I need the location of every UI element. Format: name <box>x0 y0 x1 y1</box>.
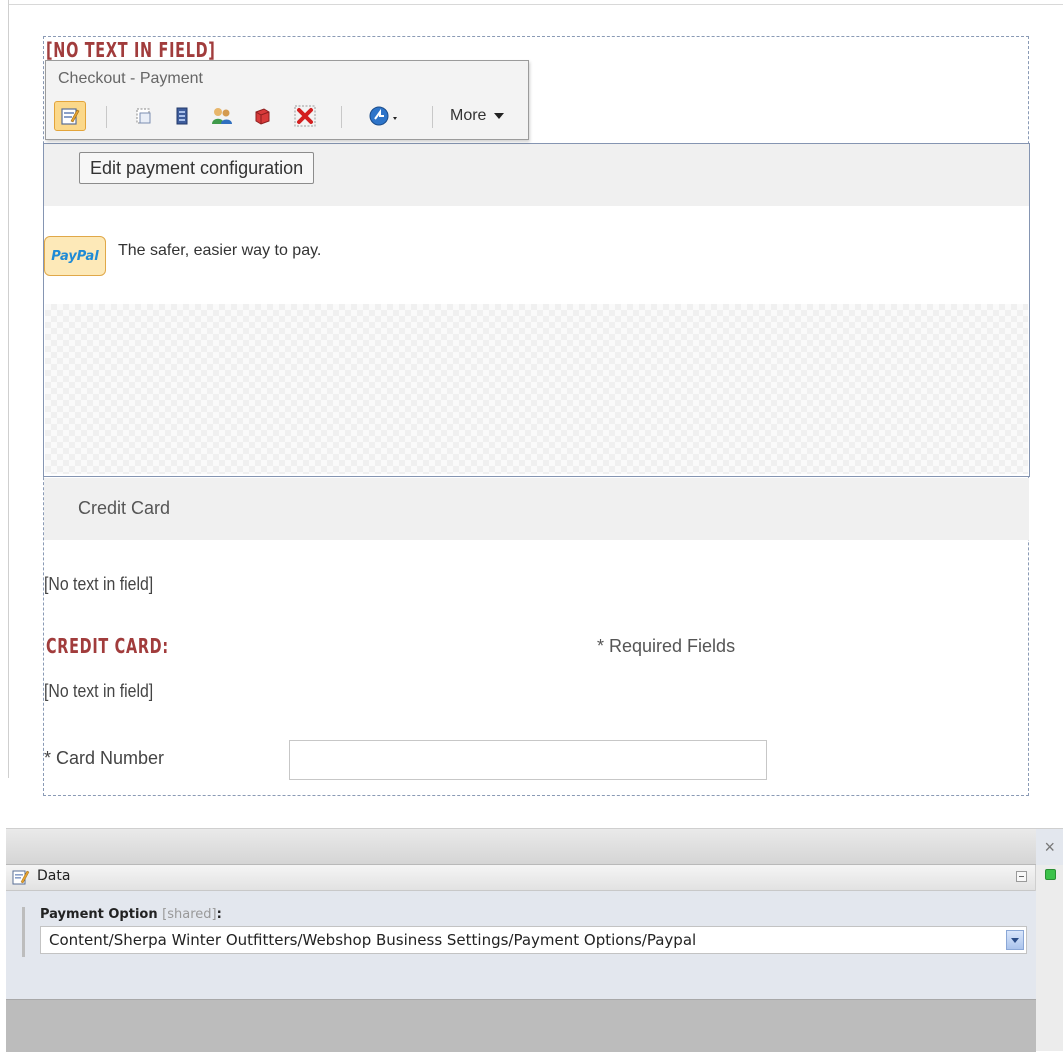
shared-tag: [shared] <box>162 907 217 922</box>
payment-rendering[interactable]: Edit payment configuration PayPal The sa… <box>43 143 1030 477</box>
empty-text-field[interactable]: [No text in field] <box>44 574 153 595</box>
status-indicator-icon <box>1045 869 1056 880</box>
personalize-button[interactable] <box>206 101 238 131</box>
toolbar-title: Checkout - Payment <box>58 70 203 87</box>
remove-button[interactable] <box>289 101 321 131</box>
properties-panel: × Data Payment Option [shared]: Content/… <box>6 828 1063 1052</box>
chevron-down-icon <box>494 113 505 119</box>
credit-card-heading[interactable]: CREDIT CARD: <box>46 634 169 658</box>
select-icon <box>136 108 151 124</box>
close-icon[interactable]: × <box>1044 837 1055 858</box>
red-box-icon <box>255 108 270 125</box>
empty-text-field[interactable]: [No text in field] <box>44 681 153 702</box>
payment-option-label: Payment Option [shared]: <box>40 907 222 922</box>
delete-icon <box>294 105 316 127</box>
edit-payment-configuration-button[interactable]: Edit payment configuration <box>79 152 315 184</box>
rendering-header-band: Edit payment configuration <box>44 144 1029 206</box>
section-title: Data <box>37 868 71 884</box>
field-marker <box>22 907 25 957</box>
payment-option-select[interactable]: Content/Sherpa Winter Outfitters/Webshop… <box>40 926 1027 954</box>
chevron-down-icon <box>1011 937 1019 943</box>
left-divider <box>8 0 9 778</box>
paypal-logo: PayPal <box>44 236 106 276</box>
dropdown-button[interactable] <box>1006 930 1024 950</box>
toolbar-separator <box>432 106 433 128</box>
credit-card-band-label[interactable]: Credit Card <box>78 498 170 519</box>
datasource-button[interactable] <box>166 101 198 131</box>
credit-card-band: Credit Card <box>44 478 1029 540</box>
edit-icon <box>12 870 30 885</box>
paypal-logo-text: PayPal <box>51 248 99 264</box>
top-divider <box>8 4 1063 5</box>
rendering-toolbar: Checkout - Payment More <box>45 60 529 140</box>
field-label-text: Payment Option <box>40 907 158 922</box>
panel-gutter <box>1035 865 1063 1051</box>
navigate-icon <box>369 106 397 126</box>
toolbar-separator <box>106 106 107 128</box>
edit-icon <box>61 108 80 125</box>
data-section-header[interactable]: Data <box>6 865 1036 891</box>
panel-titlebar <box>6 829 1036 865</box>
page-canvas: [NO TEXT IN FIELD] Checkout - Payment Mo… <box>0 0 1063 796</box>
required-fields-note: * Required Fields <box>597 636 736 656</box>
card-number-input[interactable] <box>289 740 767 780</box>
payment-option-field: Payment Option [shared]: Content/Sherpa … <box>6 891 1036 999</box>
paypal-tagline: The safer, easier way to pay. <box>118 242 322 259</box>
users-icon <box>212 108 232 124</box>
field-label-colon: : <box>216 907 222 922</box>
collapse-icon[interactable] <box>1016 871 1027 882</box>
toolbar-separator <box>341 106 342 128</box>
card-number-label: * Card Number <box>44 748 165 768</box>
payment-option-value: Content/Sherpa Winter Outfitters/Webshop… <box>49 931 697 949</box>
empty-placeholder-area <box>45 304 1028 474</box>
panel-footer <box>6 999 1036 1052</box>
more-label: More <box>450 107 487 124</box>
select-button[interactable] <box>128 101 160 131</box>
test-button[interactable] <box>246 101 278 131</box>
more-menu-button[interactable]: More <box>450 107 505 125</box>
empty-field-heading[interactable]: [NO TEXT IN FIELD] <box>46 38 216 62</box>
edit-button[interactable] <box>54 101 86 131</box>
navigate-button[interactable] <box>364 101 406 131</box>
datasource-icon <box>176 107 188 125</box>
